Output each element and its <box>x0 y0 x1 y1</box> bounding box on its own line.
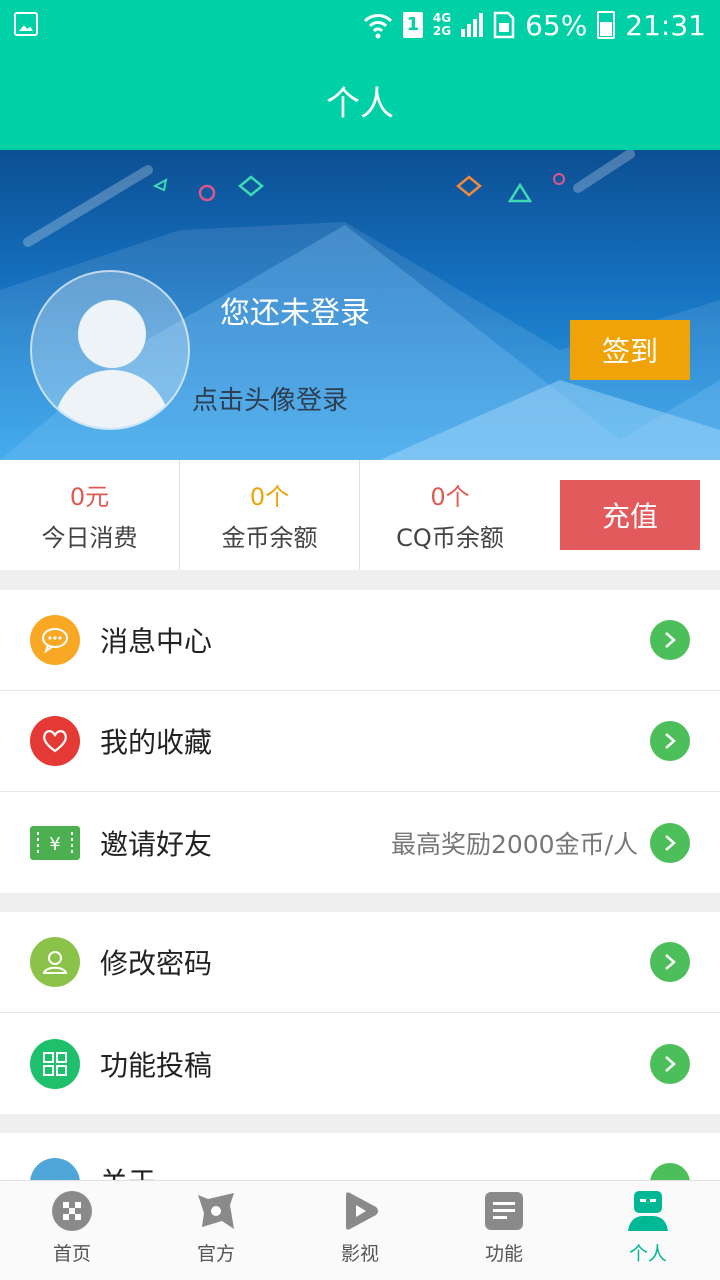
status-bar: 1 4G 2G 65% 21:31 <box>0 0 720 50</box>
tab-label: 首页 <box>52 1243 91 1265</box>
heart-icon <box>30 716 80 766</box>
features-icon <box>482 1189 526 1233</box>
menu-item-about[interactable]: 关于 <box>0 1133 720 1180</box>
person-icon <box>626 1189 670 1233</box>
stat-label: 金币余额 <box>221 524 318 552</box>
stat-value: 0个 <box>249 483 290 511</box>
tab-home[interactable]: 首页 <box>0 1181 144 1280</box>
tab-profile[interactable]: 个人 <box>576 1181 720 1280</box>
chevron-right-icon <box>650 721 690 761</box>
stat-coin-balance: 0个 金币余额 <box>180 460 360 570</box>
network-type: 4G 2G <box>432 11 452 38</box>
tab-label: 影视 <box>340 1243 379 1265</box>
signin-button[interactable]: 签到 <box>570 320 690 380</box>
chevron-right-icon <box>650 942 690 982</box>
tab-video[interactable]: 影视 <box>288 1181 432 1280</box>
official-icon <box>194 1189 238 1233</box>
menu-item-label: 修改密码 <box>100 947 213 980</box>
recharge-button[interactable]: 充值 <box>560 480 700 550</box>
avatar[interactable] <box>30 270 190 430</box>
stat-today-spend: 0元 今日消费 <box>0 460 180 570</box>
menu-group-primary: 消息中心 我的收藏 ¥ 邀请好友 最高奖励2000金币/人 <box>0 590 720 893</box>
menu-item-change-password[interactable]: 修改密码 <box>0 912 720 1013</box>
home-icon <box>50 1189 94 1233</box>
grid-icon <box>30 1038 80 1089</box>
clock: 21:31 <box>625 8 706 42</box>
svg-text:¥: ¥ <box>49 834 60 855</box>
menu-item-label: 我的收藏 <box>100 726 213 759</box>
stat-label: 今日消费 <box>41 524 138 552</box>
invite-reward-text: 最高奖励2000金币/人 <box>390 829 638 859</box>
tab-features[interactable]: 功能 <box>432 1181 576 1280</box>
stat-value: 0个 <box>430 483 470 511</box>
chevron-right-icon <box>650 620 690 660</box>
title-bar: 个人 <box>0 50 720 150</box>
stat-label: CQ币余额 <box>396 524 504 552</box>
profile-banner: 您还未登录 点击头像登录 签到 <box>0 150 720 460</box>
chevron-right-icon <box>650 822 690 863</box>
chevron-right-icon <box>650 1043 690 1084</box>
sim-card-icon <box>493 11 515 39</box>
user-icon <box>30 937 80 987</box>
battery-percent: 65% <box>525 8 588 42</box>
menu-item-messages[interactable]: 消息中心 <box>0 590 720 691</box>
tab-official[interactable]: 官方 <box>144 1181 288 1280</box>
menu-item-label: 功能投稿 <box>100 1048 213 1082</box>
menu-group-account: 修改密码 功能投稿 <box>0 912 720 1114</box>
bottom-tab-bar: 首页 官方 影视 功能 个人 <box>0 1180 720 1280</box>
gallery-notification-icon <box>14 12 38 36</box>
menu-item-label: 消息中心 <box>100 625 213 658</box>
menu-item-invite[interactable]: ¥ 邀请好友 最高奖励2000金币/人 <box>0 792 720 893</box>
signal-icon <box>461 13 484 37</box>
tab-label: 功能 <box>484 1243 523 1265</box>
message-icon <box>30 615 80 665</box>
page-title: 个人 <box>326 83 394 124</box>
tab-label: 官方 <box>196 1243 235 1265</box>
battery-icon <box>597 11 616 39</box>
ticket-icon: ¥ <box>30 825 80 860</box>
balance-stats: 0元 今日消费 0个 金币余额 0个 CQ币余额 充值 <box>0 460 720 570</box>
menu-item-label: 邀请好友 <box>100 827 213 861</box>
menu-item-submit-feature[interactable]: 功能投稿 <box>0 1013 720 1114</box>
stat-value: 0元 <box>69 483 110 511</box>
login-hint[interactable]: 点击头像登录 <box>192 380 348 417</box>
video-icon <box>338 1189 382 1233</box>
tab-label: 个人 <box>628 1243 667 1265</box>
chevron-right-icon <box>650 1163 690 1180</box>
stat-cq-balance: 0个 CQ币余额 <box>360 460 540 570</box>
login-status-title: 您还未登录 <box>220 296 370 331</box>
about-icon <box>30 1158 80 1180</box>
wifi-icon <box>363 14 392 39</box>
menu-item-favorites[interactable]: 我的收藏 <box>0 691 720 792</box>
menu-item-label: 关于 <box>100 1161 156 1180</box>
menu-group-about: 关于 <box>0 1133 720 1180</box>
sim-icon: 1 <box>402 12 423 38</box>
